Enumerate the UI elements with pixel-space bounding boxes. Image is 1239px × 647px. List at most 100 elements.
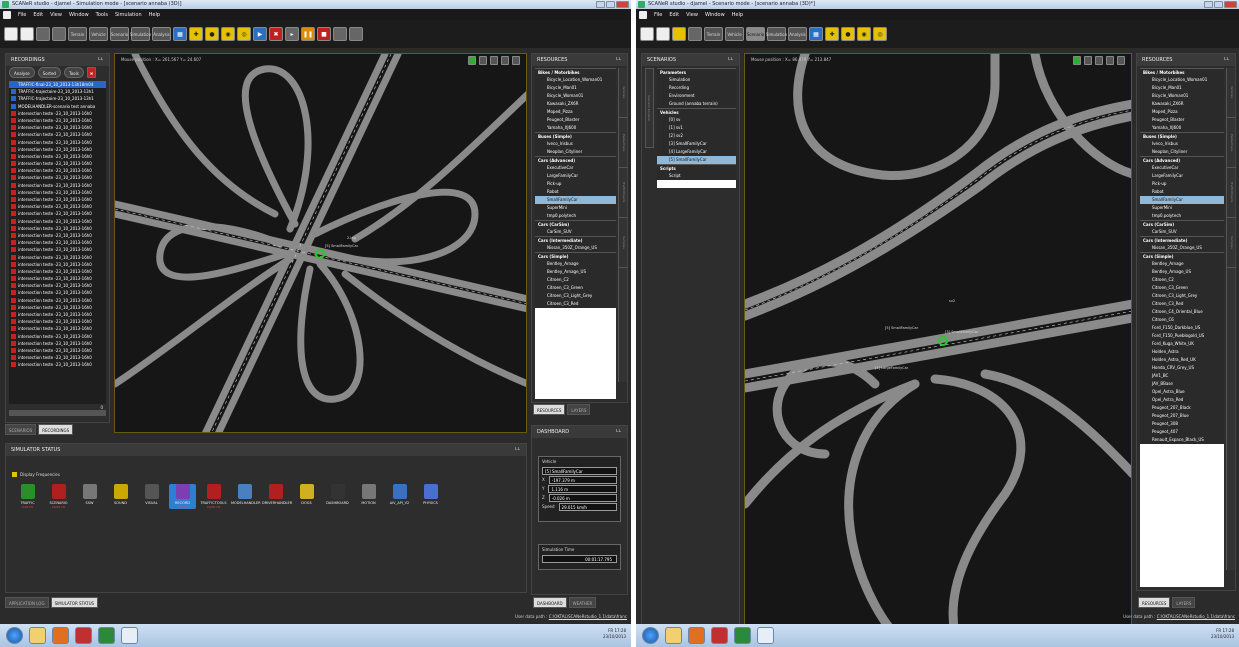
pause-icon[interactable]: ❚❚ xyxy=(301,27,315,41)
camera-icon[interactable]: ◉ xyxy=(221,27,235,41)
scenario-tree-item[interactable]: [2] sv2 xyxy=(657,132,736,140)
mode-vehicle-button[interactable]: Vehicle xyxy=(725,27,744,41)
panel-close-icon[interactable]: ʟʟ xyxy=(513,446,522,453)
start-button[interactable] xyxy=(6,627,23,644)
view-fit-icon[interactable] xyxy=(512,56,520,65)
menu-edit[interactable]: Edit xyxy=(669,12,679,18)
resource-item[interactable]: Bentley_Arnage_US xyxy=(1140,268,1224,276)
recording-item[interactable]: intersection teste -23_10_2013-16h0 xyxy=(9,139,106,146)
resource-item[interactable]: Citroen_C3_Red xyxy=(535,300,616,308)
simulator-module[interactable]: MODELHANDLER xyxy=(231,484,261,509)
resource-item[interactable]: Ford_F150_Pueblogold_US xyxy=(1140,332,1224,340)
maximize-button[interactable] xyxy=(606,1,615,8)
menu-edit[interactable]: Edit xyxy=(33,12,43,18)
view-cam-icon[interactable] xyxy=(1106,56,1114,65)
display-frequencies-toggle[interactable]: Display Frequencies xyxy=(12,472,60,477)
panel-close-icon[interactable]: ʟʟ xyxy=(614,56,623,63)
resource-item[interactable]: Neoplan_Cityliner xyxy=(1140,148,1224,156)
resource-item[interactable]: Moped_Pizza xyxy=(1140,108,1224,116)
crosshair-icon[interactable]: ✚ xyxy=(825,27,839,41)
resource-vtab[interactable]: TrafficObjects xyxy=(619,168,628,218)
resource-item[interactable]: Robot xyxy=(1140,188,1224,196)
resource-item[interactable]: CarSim_SUV xyxy=(1140,228,1224,236)
resource-category[interactable]: Buses (Simple) xyxy=(1140,132,1224,140)
tab-recordings[interactable]: RECORDINGS xyxy=(38,424,74,435)
resource-vtab[interactable]: Samples xyxy=(619,218,628,268)
simulator-module[interactable]: VISUAL xyxy=(138,484,165,509)
recording-item[interactable]: intersection teste -23_10_2013-16h0 xyxy=(9,347,106,354)
resource-item[interactable]: Peugeot_Blaster xyxy=(535,116,616,124)
menu-help[interactable]: Help xyxy=(732,12,743,18)
app-s-icon[interactable] xyxy=(711,627,728,644)
recording-item[interactable]: intersection teste -23_10_2013-16h0 xyxy=(9,282,106,289)
scenario-tree-item[interactable]: Simulation xyxy=(657,76,736,84)
mode-analysis-button[interactable]: Analysis xyxy=(152,27,171,41)
resource-item[interactable]: Renault_Espace_Black_US xyxy=(1140,436,1224,444)
simulator-module[interactable]: PHYSICS xyxy=(417,484,444,509)
grid-icon[interactable]: ▦ xyxy=(173,27,187,41)
recording-item[interactable]: intersection teste -23_10_2013-16h0 xyxy=(9,153,106,160)
recording-item[interactable]: intersection teste -23_10_2013-16h0 xyxy=(9,246,106,253)
simulator-module[interactable]: DRIVERHANDLER xyxy=(262,484,292,509)
resource-vtab[interactable]: Vehicles xyxy=(1227,68,1236,118)
resource-item[interactable]: Iveco_Irisbus xyxy=(535,140,616,148)
explorer-icon[interactable] xyxy=(29,627,46,644)
scenario-tree-item[interactable]: [0] sv xyxy=(657,116,736,124)
tab-resources[interactable]: RESOURCES xyxy=(1138,597,1171,608)
save-as-icon[interactable] xyxy=(688,27,702,41)
open-icon[interactable] xyxy=(656,27,670,41)
recording-item[interactable]: intersection teste -23_10_2013-16h0 xyxy=(9,218,106,225)
recording-item[interactable]: intersection teste -23_10_2013-16h0 xyxy=(9,275,106,282)
analyse-button[interactable]: Analyse xyxy=(9,67,35,78)
menu-tools[interactable]: Tools xyxy=(96,12,108,18)
recording-item[interactable]: intersection teste -23_10_2013-16h0 xyxy=(9,239,106,246)
resource-item[interactable]: Neoplan_Cityliner xyxy=(535,148,616,156)
resource-item[interactable]: Nissan_350Z_Orange_US xyxy=(1140,244,1224,252)
recording-item[interactable]: intersection teste -23_10_2013-16h0 xyxy=(9,160,106,167)
scenario-tree-item[interactable]: [5] SmallFamilyCar xyxy=(657,156,736,164)
app-menu-icon[interactable] xyxy=(3,10,11,19)
resource-item[interactable]: Bicycle_Man01 xyxy=(1140,84,1224,92)
resource-item[interactable]: JAV1_BC xyxy=(1140,372,1224,380)
scenario-tree-item[interactable]: Recording xyxy=(657,84,736,92)
simulator-module[interactable]: SOUND xyxy=(107,484,134,509)
resource-vtab[interactable]: Vehicles xyxy=(619,68,628,118)
view-fit-icon[interactable] xyxy=(1117,56,1125,65)
view-top-icon[interactable] xyxy=(1084,56,1092,65)
recording-item[interactable]: intersection teste -23_10_2013-16h0 xyxy=(9,174,106,181)
view-side-icon[interactable] xyxy=(490,56,498,65)
recording-item[interactable]: intersection teste -23_10_2013-16h0 xyxy=(9,203,106,210)
resource-item[interactable]: Citroen_C6 xyxy=(1140,316,1224,324)
scenario-tree-item[interactable]: Script xyxy=(657,172,736,180)
resource-item[interactable]: Bentley_Arnage xyxy=(1140,260,1224,268)
minimize-button[interactable] xyxy=(1204,1,1213,8)
scene-3d-view[interactable]: Mouse position : X= 86.479 Y= 213.847 [3… xyxy=(744,53,1132,633)
resource-category[interactable]: Cars (CarSim) xyxy=(1140,220,1224,228)
resource-item[interactable]: Kawasaki_ZX6R xyxy=(1140,100,1224,108)
recording-item[interactable]: intersection teste -23_10_2013-16h0 xyxy=(9,361,106,368)
recording-item[interactable]: intersection teste -23_10_2013-16h0 xyxy=(9,117,106,124)
resource-item[interactable]: Ford_F150_Darkblue_US xyxy=(1140,324,1224,332)
play-icon[interactable]: ▶ xyxy=(253,27,267,41)
recording-item[interactable]: intersection teste -23_10_2013-16h0 xyxy=(9,318,106,325)
stop-icon[interactable]: ✖ xyxy=(269,27,283,41)
resource-item[interactable]: SuperMini xyxy=(535,204,616,212)
app-menu-icon[interactable] xyxy=(639,10,647,19)
panel-close-icon[interactable]: ʟʟ xyxy=(1222,56,1231,63)
camera-icon[interactable]: ◉ xyxy=(857,27,871,41)
resource-item[interactable]: Citroen_C3_Green xyxy=(535,284,616,292)
save-icon[interactable] xyxy=(672,27,686,41)
tab-scenarios[interactable]: SCENARIOS xyxy=(5,424,37,435)
resource-item[interactable]: Citroen_C2 xyxy=(1140,276,1224,284)
recording-item[interactable]: intersection teste -23_10_2013-16h0 xyxy=(9,340,106,347)
menu-window[interactable]: Window xyxy=(69,12,89,18)
recording-item[interactable]: intersection teste -23_10_2013-16h0 xyxy=(9,110,106,117)
resource-item[interactable]: Citroen_C3_Red xyxy=(1140,300,1224,308)
open-icon[interactable] xyxy=(20,27,34,41)
recording-item[interactable]: TRAFFIC-trajectoire-23_10_2013-13h1 xyxy=(9,88,106,95)
view-cam-icon[interactable] xyxy=(501,56,509,65)
resource-item[interactable]: Bicycle_Man01 xyxy=(535,84,616,92)
view-top-icon[interactable] xyxy=(479,56,487,65)
tab-weather[interactable]: WEATHER xyxy=(568,597,597,608)
menu-file[interactable]: File xyxy=(654,12,662,18)
